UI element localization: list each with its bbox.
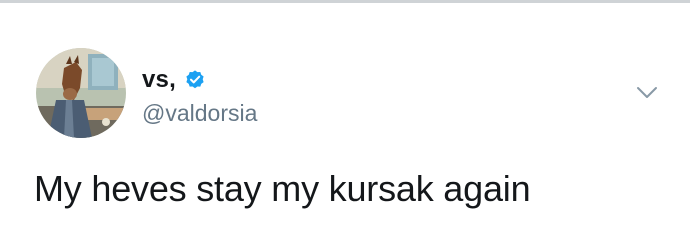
user-handle[interactable]: @valdorsia bbox=[142, 100, 257, 127]
top-divider bbox=[0, 0, 690, 3]
tweet-text: My heves stay my kursak again bbox=[34, 168, 531, 209]
chevron-down-icon[interactable] bbox=[636, 86, 658, 100]
display-name[interactable]: vs, bbox=[142, 66, 176, 94]
verified-badge-icon bbox=[184, 69, 206, 91]
avatar[interactable] bbox=[36, 48, 126, 138]
cartoon-horse-avatar-image bbox=[36, 48, 126, 138]
author-name-row: vs, bbox=[142, 66, 206, 94]
